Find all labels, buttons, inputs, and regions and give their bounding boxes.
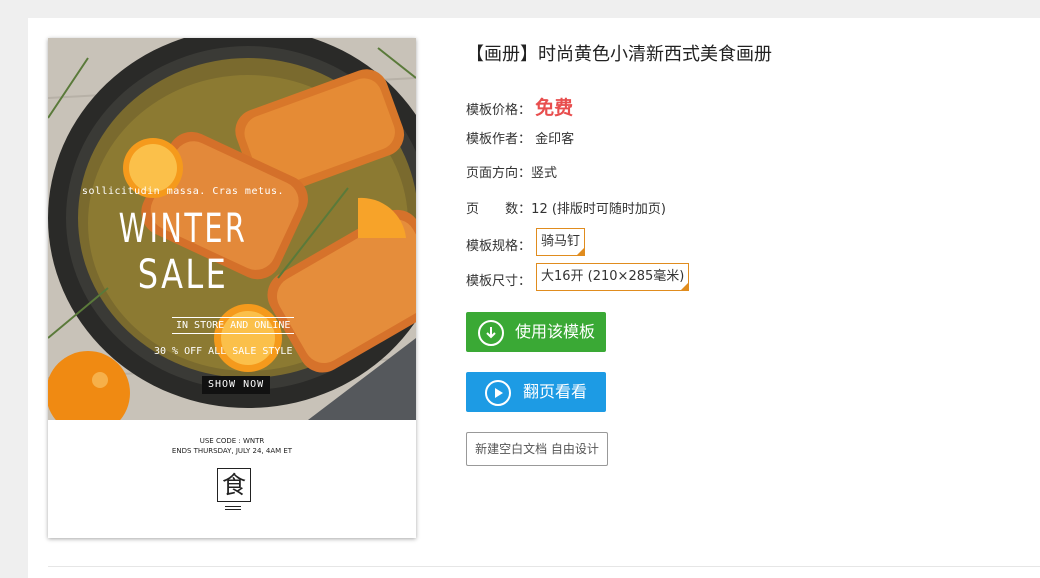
logo-underline-bottom	[225, 509, 241, 510]
spec-select[interactable]: 骑马钉	[536, 228, 586, 256]
blank-document-button[interactable]: 新建空白文档 自由设计	[466, 432, 608, 466]
use-template-label: 使用该模板	[515, 322, 596, 341]
pages-label-char-1: 页	[466, 202, 480, 217]
cover-tagline: sollicitudin massa. Cras metus.	[81, 186, 285, 197]
author-label: 模板作者：	[466, 132, 532, 147]
use-template-button[interactable]: 使用该模板	[466, 312, 606, 352]
select-corner-icon	[680, 282, 690, 291]
play-circle-icon	[485, 380, 511, 406]
price-row: 模板价格： 免费	[466, 93, 573, 120]
template-title: 【画册】时尚黄色小清新西式美食画册	[466, 44, 772, 65]
price-value: 免费	[535, 97, 574, 119]
cover-headline-sale: SALE	[137, 252, 229, 298]
template-cover-preview[interactable]: sollicitudin massa. Cras metus. WINTER S…	[48, 38, 416, 538]
orientation-label: 页面方向：	[466, 166, 532, 181]
orientation-row: 页面方向：竖式	[466, 162, 557, 181]
author-value: 金印客	[535, 132, 575, 147]
pages-label-char-2: 数：	[505, 202, 532, 217]
spec-value: 骑马钉	[541, 234, 581, 249]
cover-use-code: USE CODE : WNTR ENDS THURSDAY, JULY 24, …	[48, 436, 416, 456]
flip-preview-label: 翻页看看	[523, 382, 588, 401]
cover-logo: 食	[217, 468, 251, 502]
flip-preview-button[interactable]: 翻页看看	[466, 372, 606, 412]
pages-value: 12 (排版时可随时加页)	[531, 202, 666, 217]
spec-row-label: 模板规格：	[466, 239, 532, 254]
cover-show-now-label: SHOW NOW	[202, 376, 271, 394]
author-row: 模板作者： 金印客	[466, 128, 574, 147]
download-circle-icon	[478, 320, 504, 346]
cover-use-code-line: USE CODE : WNTR	[199, 437, 265, 445]
select-corner-icon	[576, 247, 586, 256]
cover-offer-text: 30 % OFF ALL SALE STYLE	[154, 346, 293, 357]
orientation-value: 竖式	[531, 166, 558, 181]
size-row-label: 模板尺寸：	[466, 274, 532, 289]
pages-row: 页 数：12 (排版时可随时加页)	[466, 198, 666, 217]
bottom-divider	[48, 566, 1040, 567]
cover-in-store-text: IN STORE AND ONLINE	[172, 317, 295, 334]
logo-underline-top	[225, 506, 241, 507]
size-value: 大16开 (210×285毫米)	[541, 269, 685, 284]
cover-ends-line: ENDS THURSDAY, JULY 24, 4AM ET	[171, 447, 293, 455]
size-select[interactable]: 大16开 (210×285毫米)	[536, 263, 690, 291]
price-label: 模板价格：	[466, 103, 532, 118]
cover-headline-winter: WINTER	[118, 206, 248, 252]
cover-food-photo: sollicitudin massa. Cras metus. WINTER S…	[48, 38, 416, 420]
